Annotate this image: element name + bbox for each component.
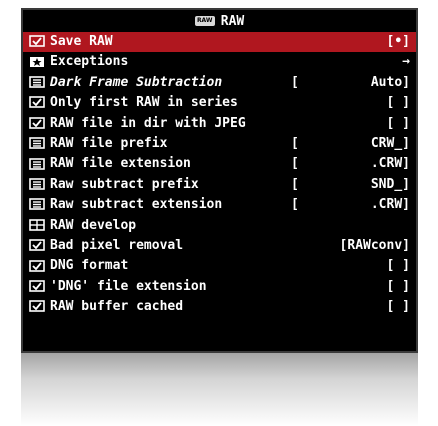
menu-item-label: RAW develop	[50, 217, 137, 233]
menu-item-value: [RAWconv]	[339, 237, 410, 253]
menu-item[interactable]: RAW file prefix [ CRW_]	[23, 134, 416, 154]
menu-item-value-bracket: [	[291, 74, 299, 90]
list-icon	[29, 76, 45, 88]
grid-icon	[29, 218, 45, 231]
screen-reflection	[21, 353, 418, 426]
star-icon	[29, 56, 45, 68]
menu-item[interactable]: 'DNG' file extension [ ]	[23, 277, 416, 297]
menu-item-value: .CRW]	[370, 197, 410, 213]
menu-titlebar: RAW RAW	[23, 10, 416, 32]
menu-item[interactable]: RAW file extension [ .CRW]	[23, 154, 416, 174]
menu-item[interactable]: Only first RAW in series [ ]	[23, 93, 416, 113]
menu-item-label: RAW file in dir with JPEG	[50, 115, 246, 131]
list-icon	[29, 157, 45, 170]
camera-icon: RAW	[194, 16, 215, 26]
menu-item-value-bracket: [	[291, 197, 299, 213]
list-icon	[29, 178, 45, 190]
menu-item-label: RAW buffer cached	[50, 299, 184, 315]
menu-item-value-bracket: [	[291, 156, 299, 172]
menu-list: Save RAW [•] Exceptions → Dark Frame Subtrac…	[23, 32, 416, 317]
menu-item-label: Save RAW	[50, 34, 113, 49]
menu-item[interactable]: Dark Frame Subtraction [ Auto]	[23, 73, 416, 93]
menu-item-value: CRW_]	[370, 135, 410, 151]
menu-item-label: Dark Frame Subtraction	[50, 74, 223, 90]
menu-item-value: SND_]	[370, 176, 410, 192]
menu-item[interactable]: Bad pixel removal [RAWconv]	[23, 236, 416, 256]
menu-item[interactable]: RAW develop	[23, 216, 416, 236]
menu-item-label: Raw subtract extension	[50, 197, 223, 213]
menu-item-value: →	[402, 54, 410, 70]
menu-item-value-bracket: [	[291, 135, 299, 151]
menu-item-label: Exceptions	[50, 54, 129, 70]
menu-item-value: .CRW]	[370, 156, 410, 172]
menu-item[interactable]: RAW buffer cached [ ]	[23, 297, 416, 317]
menu-item-value-bracket: [	[291, 176, 299, 192]
camera-menu-screen: RAW RAW Save RAW [•] Exceptions → Dark Frame…	[21, 8, 418, 353]
menu-item-value: [ ]	[386, 258, 410, 274]
menu-item[interactable]: RAW file in dir with JPEG [ ]	[23, 114, 416, 134]
menu-item-value: [ ]	[386, 95, 410, 111]
menu-item-label: RAW file prefix	[50, 135, 168, 151]
menu-item-value: [ ]	[386, 115, 410, 131]
menu-item-value: [ ]	[386, 278, 410, 294]
list-icon	[29, 137, 45, 149]
menu-item[interactable]: Exceptions →	[23, 52, 416, 72]
menu-item[interactable]: DNG format [ ]	[23, 256, 416, 276]
menu-item-label: 'DNG' file extension	[50, 278, 207, 294]
menu-item-label: RAW file extension	[50, 156, 191, 172]
checkbox-icon	[29, 280, 45, 292]
checkbox-icon	[29, 259, 45, 272]
checkbox-icon	[29, 35, 45, 48]
menu-title: RAW	[220, 13, 245, 29]
menu-item[interactable]: Raw subtract extension [ .CRW]	[23, 195, 416, 215]
checkbox-icon	[29, 116, 45, 129]
checkbox-icon	[29, 239, 45, 251]
menu-item-value: [•]	[386, 34, 410, 49]
menu-item-value: Auto]	[370, 74, 410, 90]
list-icon	[29, 198, 45, 211]
menu-item[interactable]: Save RAW [•]	[23, 32, 416, 53]
menu-item-label: Raw subtract prefix	[50, 176, 199, 192]
menu-item[interactable]: Raw subtract prefix [ SND_]	[23, 175, 416, 195]
menu-item-value: [ ]	[386, 299, 410, 315]
checkbox-icon	[29, 96, 45, 109]
menu-item-label: DNG format	[50, 258, 129, 274]
menu-item-label: Bad pixel removal	[50, 237, 184, 253]
checkbox-icon	[29, 300, 45, 313]
menu-item-label: Only first RAW in series	[50, 95, 238, 111]
